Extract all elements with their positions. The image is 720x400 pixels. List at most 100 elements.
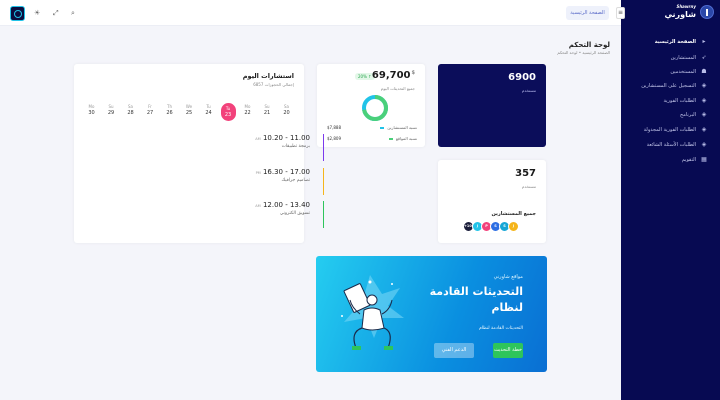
revenue-donut-chart <box>362 95 388 121</box>
day-number: 20 <box>283 110 290 116</box>
day-name: Fr <box>148 104 152 109</box>
appointment-ampm: PM <box>255 171 261 175</box>
day-item[interactable]: Th 26 <box>162 103 177 121</box>
appointments-subtitle: إجمالي الحجوزات 6857 <box>253 82 294 87</box>
appointment-title: تسويق الكتروني <box>279 211 310 216</box>
sidebar-item-consultants[interactable]: ➶ المستشارين <box>671 54 708 61</box>
brand-name: شاورني <box>664 10 696 19</box>
revenue-label: جميع التحديثات اليوم <box>380 86 415 91</box>
day-name: Mo <box>88 104 95 109</box>
avatar-group[interactable]: +10k J P S S J <box>463 221 519 232</box>
day-name: Sa <box>284 104 289 109</box>
day-name: Sa <box>128 104 133 109</box>
day-selector: Mo 30 Su 29 Sa 28 Fr 27 Th 26 We 25 Tu 24 Tu 23 Mo 22 Su 21… <box>84 103 294 121</box>
sidebar-toggle-button[interactable]: ≡ <box>616 7 625 19</box>
day-number: 24 <box>205 110 212 116</box>
day-item[interactable]: Su 21 <box>260 103 275 121</box>
day-item[interactable]: Sa 20 <box>279 103 294 121</box>
search-icon[interactable]: ⌕ <box>71 8 75 18</box>
chevron-icon: ▸ <box>702 38 706 45</box>
day-name: Mo <box>244 104 251 109</box>
sidebar-item-label: الطلبات الفورية المجدولة <box>643 126 696 133</box>
users-stat-card: 357 مستخدم جميع المستشارين +10k J P S S J <box>438 160 546 243</box>
day-item[interactable]: Mo 22 <box>240 103 255 121</box>
rocket-icon: ➶ <box>701 54 707 61</box>
users-count: 357 <box>515 168 536 179</box>
sidebar-item-register-consultants[interactable]: ◈ التسجيل على المستشارين <box>641 82 708 89</box>
sidebar-item-label: الطلبات الفورية <box>663 97 696 104</box>
day-item[interactable]: Tu 24 <box>201 103 216 121</box>
users-label: مستخدم <box>521 184 536 189</box>
appointment-title: تصاميم جرافيك <box>281 178 310 183</box>
sidebar-item-program[interactable]: ◈ البرنامج <box>680 111 708 118</box>
row2-label: نسبة المواقع <box>395 136 417 141</box>
sidebar-item-home[interactable]: ▸ الصفحة الرئيسية <box>655 38 708 45</box>
home-button[interactable]: الصفحة الرئيسية <box>566 6 609 20</box>
promo-title-line2: لنظام <box>491 301 523 314</box>
day-item[interactable]: Fr 27 <box>143 103 158 121</box>
appointment-color-bar <box>322 168 324 195</box>
sidebar-item-label: التسجيل على المستشارين <box>641 82 696 89</box>
appointment-item[interactable]: PM 16.30 - 17.00 تصاميم جرافيك <box>210 168 324 195</box>
all-consultants-label: جميع المستشارين <box>491 211 536 217</box>
avatar[interactable]: J <box>508 221 519 232</box>
sidebar-item-calendar[interactable]: ▦ التقويم <box>682 156 708 163</box>
appointment-time: 16.30 - 17.00 <box>262 168 310 176</box>
sidebar-item-label: الصفحة الرئيسية <box>654 38 696 45</box>
appointments-card: استشارات اليوم إجمالي الحجوزات 6857 <box>74 64 304 243</box>
day-number: 29 <box>107 110 115 116</box>
update-plan-button[interactable]: خطة التحديث <box>493 343 523 358</box>
appointment-item[interactable]: AM 10.20 - 11.00 برمجة تطبيقات <box>210 134 324 161</box>
sidebar-item-label: التقويم <box>681 156 696 163</box>
day-name: We <box>185 104 193 109</box>
sidebar-item-faq[interactable]: ◈ الطلبات الأسئلة الشائعة <box>647 141 708 148</box>
promo-banner: مواقع شاورني التحديثات القادمة لنظام الت… <box>316 256 547 372</box>
day-item[interactable]: Sa 28 <box>123 103 138 121</box>
layers-icon: ◈ <box>701 82 707 89</box>
breadcrumb-separator: • <box>578 50 582 55</box>
sidebar-item-instant-requests[interactable]: ◈ الطلبات الفورية <box>663 97 708 104</box>
layers-icon: ◈ <box>701 126 707 133</box>
row1-value: $7,888 <box>327 125 341 130</box>
day-item[interactable]: We 25 <box>182 103 197 121</box>
row1-label: نسبة المستشارين <box>387 125 417 130</box>
appointment-ampm: AM <box>255 204 261 208</box>
logo-icon[interactable] <box>10 6 25 21</box>
day-number: 28 <box>127 110 134 116</box>
day-item[interactable]: Mo 30 <box>84 103 99 121</box>
day-item[interactable]: Su 29 <box>104 103 119 121</box>
row2-value: $2,809 <box>327 136 341 141</box>
brand-logo-icon[interactable] <box>700 5 714 19</box>
day-number: 22 <box>244 110 251 116</box>
layers-icon: ◈ <box>701 97 707 104</box>
users-icon: ☗ <box>701 68 707 75</box>
support-button[interactable]: الدعم الفني <box>434 343 474 358</box>
sidebar-item-label: الطلبات الأسئلة الشائعة <box>646 141 696 148</box>
day-name: Tu <box>225 106 231 111</box>
day-number: 25 <box>185 110 193 116</box>
day-number: 23 <box>224 112 232 118</box>
appointment-time: 12.00 - 13.40 <box>262 201 310 209</box>
sun-icon[interactable]: ☀ <box>34 8 40 18</box>
appointment-ampm: AM <box>255 137 261 141</box>
expand-icon[interactable]: ⤢ <box>53 8 59 18</box>
appointment-title: برمجة تطبيقات <box>281 144 310 149</box>
consultants-label: مستخدم <box>521 88 536 93</box>
breadcrumb-current: لوحة التحكم <box>557 50 578 55</box>
day-item[interactable]: Tu 23 <box>220 103 236 121</box>
top-bar: ☀ ⤢ ⌕ الصفحة الرئيسية <box>0 0 621 26</box>
revenue-value: 69,700 <box>371 70 411 81</box>
sidebar-item-label: المستخدمين <box>670 68 696 75</box>
sidebar-item-scheduled-requests[interactable]: ◈ الطلبات الفورية المجدولة <box>644 126 708 133</box>
breadcrumb-home[interactable]: الصفحة الرئيسية <box>582 50 610 55</box>
promo-kicker: مواقع شاورني <box>493 274 523 280</box>
page-title: لوحة التحكم <box>568 41 610 49</box>
day-name: Th <box>167 104 172 109</box>
sidebar-item-users[interactable]: ☗ المستخدمين <box>670 68 708 75</box>
appointment-time: 10.20 - 11.00 <box>262 134 310 142</box>
appointment-color-bar <box>322 134 324 161</box>
appointment-color-bar <box>322 201 324 228</box>
sidebar: Shawrny شاورني ▸ الصفحة الرئيسية ➶ المستشا… <box>621 0 720 400</box>
person-illustration-icon <box>341 275 404 350</box>
appointment-item[interactable]: AM 12.00 - 13.40 تسويق الكتروني <box>210 201 324 228</box>
